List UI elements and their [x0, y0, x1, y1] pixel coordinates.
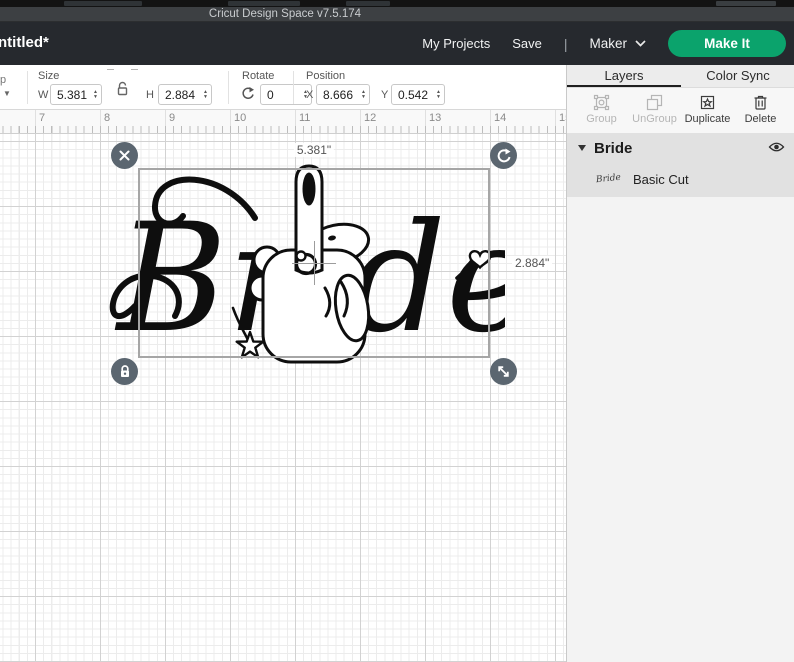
rotate-arrow-icon	[497, 148, 511, 163]
clipped-control-caret[interactable]: ▼	[3, 89, 11, 98]
position-y-value: 0.542	[398, 87, 429, 102]
group-button[interactable]: Group	[575, 92, 628, 133]
ungroup-button[interactable]: UnGroup	[628, 92, 681, 133]
ruler-number: 13	[429, 112, 442, 124]
ruler-number: 12	[364, 112, 377, 124]
chrome-smudge	[716, 1, 776, 6]
selection-width-label: 5.381"	[293, 143, 335, 157]
width-input[interactable]: 5.381 ▲ ▼	[50, 84, 102, 105]
header-actions: My Projects Save | Maker Make It	[422, 22, 786, 65]
group-label: Group	[586, 113, 617, 125]
ruler-number: 15	[559, 112, 566, 124]
position-x-value: 8.666	[323, 87, 354, 102]
chrome-smudge	[346, 1, 390, 6]
position-y-input[interactable]: 0.542 ▲ ▼	[391, 84, 445, 105]
width-stepper[interactable]: ▲ ▼	[93, 90, 98, 99]
duplicate-icon	[700, 95, 715, 110]
my-projects-link[interactable]: My Projects	[422, 36, 490, 51]
trash-icon	[754, 95, 767, 110]
document-title[interactable]: ntitled*	[0, 34, 49, 51]
chevron-down-icon	[635, 40, 646, 47]
position-x-stepper[interactable]: ▲ ▼	[361, 90, 366, 99]
layer-thumbnail: Bride	[593, 168, 623, 190]
lock-icon	[120, 365, 129, 377]
ruler-number: 8	[104, 112, 111, 124]
lock-link-right	[131, 69, 138, 74]
header-divider: |	[563, 35, 568, 52]
height-label: H	[146, 89, 154, 101]
lock-handle[interactable]	[111, 358, 138, 385]
duplicate-label: Duplicate	[684, 113, 731, 125]
window-titlebar: Cricut Design Space v7.5.174	[0, 7, 794, 22]
rotate-section-label: Rotate	[242, 70, 275, 82]
chrome-smudge	[228, 1, 300, 6]
layer-group-block: Bride Bride Basic Cut	[567, 133, 794, 197]
position-y-label: Y	[381, 89, 389, 101]
horizontal-ruler: 7 8 9 10 11 12 13 14 15	[0, 110, 566, 134]
save-link[interactable]: Save	[512, 36, 542, 51]
width-label: W	[38, 89, 49, 101]
ungroup-label: UnGroup	[632, 113, 677, 125]
cricut-design-space-window: Cricut Design Space v7.5.174 ntitled* My…	[0, 0, 794, 662]
eye-icon	[768, 142, 785, 152]
resize-arrows-icon	[498, 366, 509, 377]
layers-panel: Layers Color Sync Group UnGroup Duplicat…	[566, 65, 794, 662]
layer-group-row[interactable]: Bride	[567, 133, 794, 163]
toolbar-divider	[228, 71, 229, 104]
window-title: Cricut Design Space v7.5.174	[208, 8, 362, 20]
position-y-stepper[interactable]: ▲ ▼	[436, 90, 441, 99]
ruler-number: 14	[494, 112, 507, 124]
layer-item-label: Basic Cut	[633, 171, 689, 187]
height-value: 2.884	[165, 87, 196, 102]
layer-thumbnail-text: Bride	[595, 172, 621, 186]
size-lock-icon[interactable]	[116, 81, 129, 96]
close-icon	[119, 150, 130, 161]
deselect-handle[interactable]	[111, 142, 138, 169]
position-section-label: Position	[306, 70, 346, 82]
design-canvas[interactable]: 789101112131415 Br de	[0, 110, 566, 662]
ruler-number: 9	[169, 112, 176, 124]
panel-tabs: Layers Color Sync	[567, 65, 794, 88]
height-stepper[interactable]: ▲ ▼	[203, 90, 208, 99]
app-header: ntitled* My Projects Save | Maker Make I…	[0, 22, 794, 65]
delete-label: Delete	[744, 113, 777, 125]
layer-group-name: Bride	[594, 139, 633, 157]
clipped-control-fragment[interactable]: p	[0, 74, 6, 86]
tab-layers[interactable]: Layers	[567, 65, 681, 87]
visibility-toggle[interactable]	[768, 141, 785, 156]
group-icon	[593, 94, 610, 111]
layer-item-basic-cut[interactable]: Bride Basic Cut	[593, 165, 689, 193]
make-it-button[interactable]: Make It	[668, 30, 786, 57]
machine-selector-label: Maker	[589, 36, 627, 51]
chrome-smudge	[64, 1, 142, 6]
height-input[interactable]: 2.884 ▲ ▼	[158, 84, 212, 105]
ruler-number: 7	[39, 112, 46, 124]
machine-selector[interactable]: Maker	[589, 36, 646, 51]
ruler-number: 10	[234, 112, 247, 124]
lock-link-left	[107, 69, 114, 74]
toolbar-divider	[27, 71, 28, 104]
rotate-icon[interactable]	[240, 86, 255, 101]
position-x-input[interactable]: 8.666 ▲ ▼	[316, 84, 370, 105]
layer-actions: Group UnGroup Duplicate Delete	[567, 88, 794, 133]
delete-button[interactable]: Delete	[734, 92, 787, 133]
tab-color-sync[interactable]: Color Sync	[681, 65, 794, 87]
ungroup-icon	[646, 94, 663, 111]
rotate-value: 0	[267, 87, 274, 102]
size-section-label: Size	[38, 70, 60, 82]
ruler-ticks	[0, 126, 566, 133]
browser-chrome-strip	[0, 0, 794, 7]
selection-bounding-box[interactable]	[138, 168, 490, 358]
rotate-input[interactable]: 0 ▲ ▼	[260, 84, 312, 105]
rotate-handle[interactable]	[490, 142, 517, 169]
toolbar-divider	[293, 71, 294, 104]
collapse-triangle-icon[interactable]	[578, 145, 586, 151]
resize-handle[interactable]	[490, 358, 517, 385]
duplicate-button[interactable]: Duplicate	[681, 92, 734, 133]
width-value: 5.381	[57, 87, 88, 102]
edit-toolbar: p ▼ Size W 5.381 ▲ ▼ H 2.884 ▲ ▼ Rotate 0 …	[0, 65, 566, 110]
position-x-label: X	[306, 89, 314, 101]
ruler-number: 11	[299, 112, 311, 124]
selection-height-label: 2.884"	[512, 256, 553, 270]
